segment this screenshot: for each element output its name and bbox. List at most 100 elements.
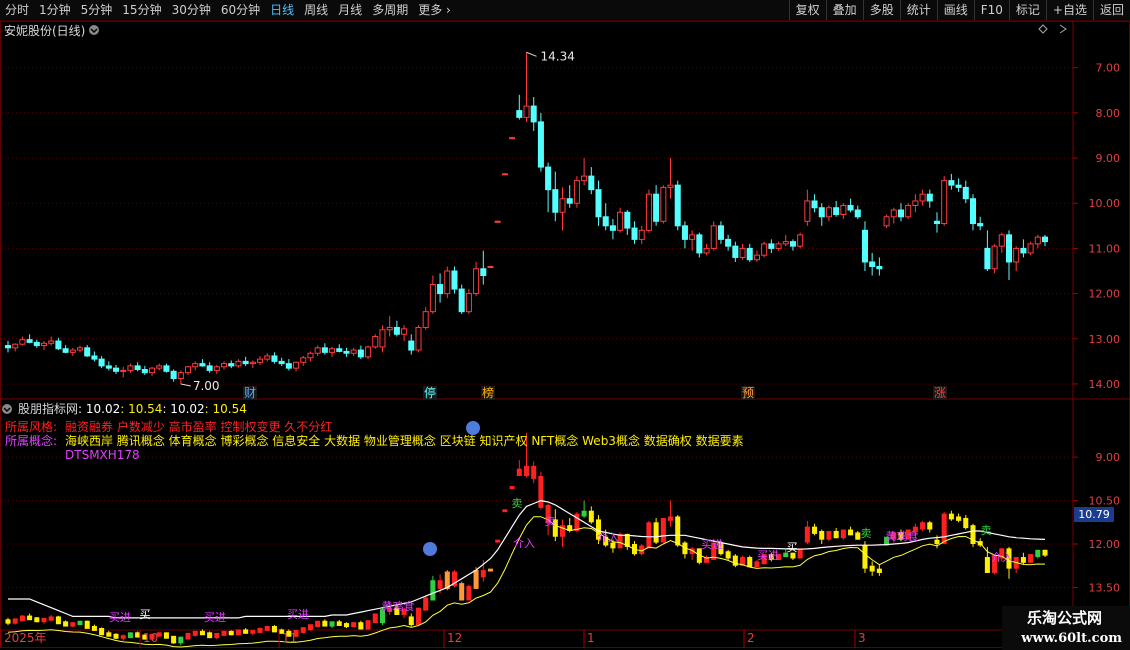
time-axis-label: 1	[587, 631, 595, 645]
candle-body	[19, 339, 26, 345]
stock-chart[interactable]: 14.00 13.00 12.00 11.00 10.00 9.00 8.00 7.00 14.…	[0, 21, 1130, 650]
ind-bar	[797, 548, 803, 559]
indicator-value: : 10.54	[205, 402, 247, 416]
ind-bar	[754, 561, 760, 568]
period-tab-5[interactable]: 60分钟	[216, 0, 265, 20]
candle-body	[76, 347, 84, 351]
period-tab-8[interactable]: 月线	[333, 0, 367, 20]
ind-bar	[833, 530, 839, 539]
candle-body	[1013, 247, 1020, 263]
candle-body	[696, 234, 703, 254]
ind-bar	[430, 580, 436, 601]
candle-body	[170, 370, 177, 380]
candle-body	[12, 343, 19, 349]
candle-body	[1005, 234, 1013, 263]
tool-button-4[interactable]: 画线	[936, 0, 974, 20]
tool-button-5[interactable]: F10	[973, 0, 1009, 20]
candle-body	[516, 110, 523, 118]
ind-axis-label: 9.00	[1096, 451, 1121, 464]
signal-label: 黄鸡食	[382, 599, 415, 613]
ind-bar	[63, 621, 69, 627]
indicator-value: : 10.02	[162, 402, 204, 416]
candle-body	[444, 270, 451, 295]
ind-bar	[365, 620, 371, 630]
period-tab-1[interactable]: 1分钟	[34, 0, 76, 20]
candle-body	[559, 198, 566, 213]
time-axis-label: 12	[447, 631, 462, 645]
candle-body	[818, 207, 825, 218]
period-tab-10[interactable]: 更多 ›	[413, 0, 456, 20]
candle-body	[1034, 236, 1041, 245]
candle-body	[177, 372, 184, 380]
candle-body	[861, 229, 868, 263]
ind-bar	[1035, 549, 1041, 558]
period-tab-3[interactable]: 15分钟	[117, 0, 166, 20]
ind-bar	[41, 617, 47, 623]
tool-button-0[interactable]: 复权	[788, 0, 826, 20]
candle-body	[149, 367, 156, 374]
candle-body	[69, 349, 76, 353]
ind-bar	[315, 620, 321, 628]
ind-bar	[358, 622, 364, 630]
candle-body	[55, 340, 62, 350]
ind-bar	[171, 635, 177, 644]
candle-body	[825, 207, 832, 218]
tool-button-2[interactable]: 多股	[862, 0, 900, 20]
period-tab-6[interactable]: 日线	[265, 0, 299, 20]
watermark-line1: 乐淘公式网	[1026, 609, 1102, 627]
tool-button-3[interactable]: 统计	[899, 0, 937, 20]
diamond-icon	[1038, 24, 1048, 34]
main-axis-label: 8.00	[1096, 107, 1121, 120]
tool-button-8[interactable]: 返回	[1092, 0, 1130, 20]
ind-bar	[199, 630, 205, 636]
candle-body	[365, 346, 372, 358]
candle-body	[926, 193, 933, 202]
indicator-header[interactable]: 股朋指标网: 10.02: 10.54: 10.02: 10.54	[18, 401, 247, 416]
ind-axis-label: 12.00	[1089, 538, 1121, 551]
ind-bar	[956, 516, 962, 521]
candle-body	[271, 355, 278, 362]
period-tab-2[interactable]: 5分钟	[76, 0, 118, 20]
candle-body	[876, 265, 883, 270]
ind-bar	[192, 630, 198, 636]
low-price-label: 7.00	[193, 379, 220, 393]
ind-bar	[660, 517, 666, 543]
ind-bar	[214, 632, 220, 639]
ind-bar	[812, 526, 818, 534]
ind-bar	[502, 509, 508, 513]
indicator-value: : 10.54	[120, 402, 162, 416]
high-price-label: 14.34	[541, 49, 575, 63]
candle-body	[689, 234, 696, 240]
signal-label: 介入	[513, 537, 535, 550]
period-tab-7[interactable]: 周线	[299, 0, 333, 20]
ind-bar	[747, 557, 753, 568]
candle-body	[134, 365, 141, 371]
candle-body	[530, 105, 537, 123]
candle-body	[797, 234, 804, 247]
candle-body	[156, 365, 163, 369]
tool-button-1[interactable]: 叠加	[825, 0, 863, 20]
candle-body	[782, 241, 789, 245]
candle-body	[33, 341, 40, 347]
signal-label: 买进	[204, 611, 226, 624]
ind-bar	[408, 616, 414, 626]
candle-body	[192, 363, 199, 368]
main-axis-label: 9.00	[1096, 152, 1121, 165]
candle-body	[811, 200, 818, 209]
tool-button-7[interactable]: +自选	[1045, 0, 1093, 20]
candle-body	[847, 204, 854, 211]
period-tab-4[interactable]: 30分钟	[167, 0, 216, 20]
ind-bar	[415, 607, 421, 626]
candle-body	[98, 358, 105, 367]
ind-bar	[668, 516, 674, 521]
candle-body	[372, 336, 379, 348]
signal-label: 卖	[861, 527, 872, 540]
main-axis-label: 7.00	[1096, 62, 1121, 75]
tool-button-6[interactable]: 标记	[1008, 0, 1046, 20]
candle-body	[977, 223, 984, 227]
ind-bar	[531, 465, 537, 479]
arrow-right-icon	[1059, 24, 1067, 34]
period-tab-0[interactable]: 分时	[0, 0, 34, 20]
candle-body	[336, 348, 343, 352]
period-tab-9[interactable]: 多周期	[367, 0, 413, 20]
